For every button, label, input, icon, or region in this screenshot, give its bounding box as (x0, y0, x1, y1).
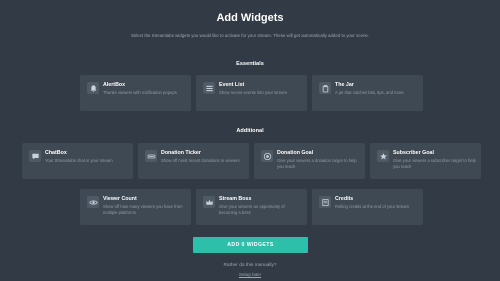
goal-icon (261, 150, 273, 162)
widget-title: The Jar (335, 82, 354, 88)
credits-icon (319, 196, 331, 208)
widget-title: Event List (219, 82, 245, 88)
list-icon (203, 82, 215, 94)
widget-title: Donation Ticker (161, 150, 201, 156)
widget-title: ChatBox (45, 150, 67, 156)
widget-card-subscriber-goal[interactable]: Subscriber Goal Give your viewers a subs… (370, 143, 481, 179)
chat-icon (29, 150, 41, 162)
widget-card-alertbox[interactable]: AlertBox Thanks viewers with notificatio… (80, 75, 191, 111)
widget-card-donation-ticker[interactable]: Donation Ticker Show off most recent don… (138, 143, 249, 179)
boss-icon (203, 196, 215, 208)
widget-description: Rolling credits at the end of your strea… (335, 204, 410, 209)
widget-title: AlertBox (103, 82, 126, 88)
widget-description: Show off most recent donations to viewer… (161, 158, 240, 163)
widget-card-chatbox[interactable]: ChatBox Your Streamlabs chat in your str… (22, 143, 133, 179)
widget-title: Stream Boss (219, 196, 252, 202)
widget-description: Thanks viewers with notification popups (103, 90, 177, 95)
widget-title: Subscriber Goal (393, 150, 434, 156)
section-label-essentials: Essentials (236, 61, 264, 67)
widget-card-event-list[interactable]: Event List Show recent events into your … (196, 75, 307, 111)
manual-setup-question: Rather do this manually? (223, 263, 277, 268)
widget-description: Give your viewers an opportunity of beco… (219, 204, 285, 215)
widget-description: A jar that catches bits, tips, and more (335, 90, 404, 95)
bell-icon (87, 82, 99, 94)
setup-later-link[interactable]: Setup later (0, 272, 500, 277)
section-label-additional: Additional (236, 128, 264, 134)
widget-description: Your Streamlabs chat in your stream (45, 158, 113, 163)
widget-card-the-jar[interactable]: The Jar A jar that catches bits, tips, a… (312, 75, 423, 111)
widget-description: Give your viewers a subscriber target to… (393, 158, 476, 169)
widget-card-credits[interactable]: Credits Rolling credits at the end of yo… (312, 189, 423, 225)
jar-icon (319, 82, 331, 94)
star-icon (377, 150, 389, 162)
ticker-icon (145, 150, 157, 162)
widget-title: Credits (335, 196, 354, 202)
page-subtitle: Select the Streamlabs widgets you would … (130, 33, 370, 38)
widget-title: Donation Goal (277, 150, 314, 156)
widget-description: Give your viewers a donation target to h… (277, 158, 357, 169)
widget-title: Viewer Count (103, 196, 137, 202)
widget-description: Show recent events into your stream (219, 90, 287, 95)
widget-card-viewer-count[interactable]: Viewer Count Show off how many viewers y… (80, 189, 191, 225)
widget-card-stream-boss[interactable]: Stream Boss Give your viewers an opportu… (196, 189, 307, 225)
eye-icon (87, 196, 99, 208)
widget-card-donation-goal[interactable]: Donation Goal Give your viewers a donati… (254, 143, 365, 179)
add-widgets-button[interactable]: ADD 0 WIDGETS (193, 237, 308, 253)
widget-description: Show off how many viewers you have from … (103, 204, 183, 215)
page-title: Add Widgets (216, 12, 284, 24)
